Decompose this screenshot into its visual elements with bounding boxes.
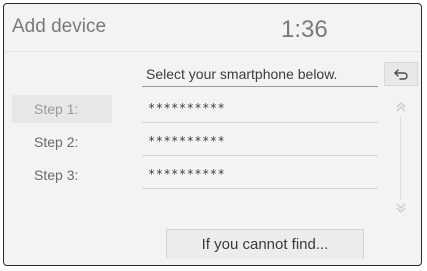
chevron-double-down-icon	[396, 203, 406, 213]
step-1-field[interactable]: **********	[142, 95, 378, 123]
add-device-screen: Add device 1:36 Select your smartphone b…	[3, 3, 422, 266]
scroll-down-button[interactable]	[392, 201, 410, 215]
cannot-find-button[interactable]: If you cannot find...	[166, 229, 364, 259]
scroll-up-button[interactable]	[392, 100, 410, 114]
screen-title: Add device	[12, 16, 107, 37]
clock: 1:36	[281, 16, 328, 43]
step-2-label: Step 2:	[34, 134, 79, 150]
step-3-label: Step 3:	[34, 167, 79, 183]
scrollbar-track[interactable]	[400, 116, 401, 200]
instruction-text: Select your smartphone below.	[142, 61, 378, 87]
back-button[interactable]	[384, 62, 418, 86]
header-divider	[4, 51, 421, 52]
back-arrow-icon	[394, 69, 408, 80]
step-2-field[interactable]: **********	[142, 128, 378, 156]
chevron-double-up-icon	[396, 102, 406, 112]
step-1-label: Step 1:	[12, 95, 112, 123]
step-3-field[interactable]: **********	[142, 161, 378, 189]
